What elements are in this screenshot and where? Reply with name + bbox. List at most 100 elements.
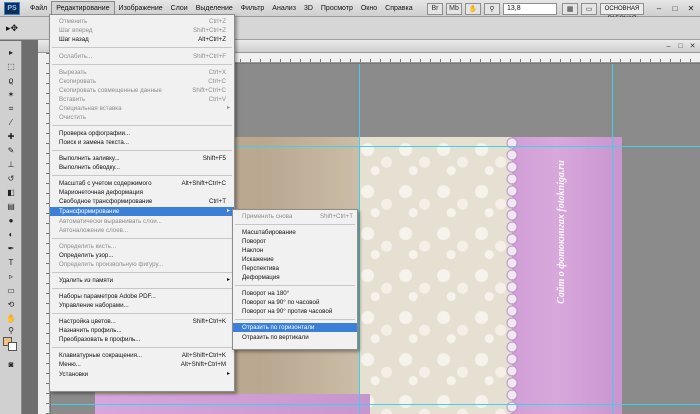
clone-stamp-icon[interactable]: ⊥: [4, 159, 18, 170]
submenu-item-rotate-180[interactable]: Поворот на 180°: [233, 289, 357, 298]
arrange-documents-icon[interactable]: ▦: [562, 2, 578, 15]
menu-item-content-aware-scale[interactable]: Масштаб с учетом содержимого Alt+Shift+Ct…: [50, 179, 234, 188]
menu-separator: [52, 47, 232, 48]
menu-item-paste-special[interactable]: Специальная вставка ▸: [50, 104, 234, 113]
maximize-icon[interactable]: □: [668, 3, 682, 15]
submenu-item-skew[interactable]: Наклон: [233, 246, 357, 255]
menu-item-keyboard-shortcuts[interactable]: Клавиатурные сокращения... Alt+Shift+Ctrl…: [50, 351, 234, 360]
crop-tool-icon[interactable]: ⌗: [4, 103, 18, 114]
submenu-item-scale[interactable]: Масштабирование: [233, 228, 357, 237]
minimize-icon[interactable]: –: [652, 3, 666, 15]
guide-line[interactable]: [51, 404, 700, 405]
menu-item-find-replace[interactable]: Поиск и замена текста...: [50, 138, 234, 147]
submenu-item-warp[interactable]: Деформация: [233, 273, 357, 282]
menu-item-purge[interactable]: Удалить из памяти ▸: [50, 276, 234, 285]
brush-tool-icon[interactable]: ✎: [4, 145, 18, 156]
quick-mask-icon[interactable]: ◙: [4, 359, 18, 370]
menu-item-fill[interactable]: Выполнить заливку... Shift+F5: [50, 154, 234, 163]
screen-mode-icon[interactable]: ▭: [581, 2, 597, 15]
menu-item-step-backward[interactable]: Шаг назад Alt+Ctrl+Z: [50, 35, 234, 44]
shape-tool-icon[interactable]: ▭: [4, 285, 18, 296]
menu-item-paste[interactable]: Вставить Ctrl+V: [50, 95, 234, 104]
doc-minimize-icon[interactable]: –: [663, 42, 674, 51]
eraser-icon[interactable]: ◧: [4, 187, 18, 198]
menu-item-auto-align-layers[interactable]: Автоматически выравнивать слои...: [50, 217, 234, 226]
menu-item-transform[interactable]: Трансформирование ▸: [50, 207, 234, 216]
zoom-tool-icon[interactable]: ⚲: [484, 2, 500, 15]
bridge-icon[interactable]: Br: [427, 2, 443, 15]
menu-item-define-custom-shape[interactable]: Определить произвольную фигуру...: [50, 260, 234, 269]
menu-item-stroke[interactable]: Выполнить обводку...: [50, 163, 234, 172]
type-tool-icon[interactable]: T: [4, 257, 18, 268]
menu-separator: [52, 288, 232, 289]
minibridge-icon[interactable]: Mb: [446, 2, 462, 15]
guide-line[interactable]: [612, 64, 613, 414]
menu-3d[interactable]: 3D: [300, 1, 317, 16]
menu-item-convert-profile[interactable]: Преобразовать в профиль...: [50, 335, 234, 344]
menu-item-undo[interactable]: Отменить Ctrl+Z: [50, 17, 234, 26]
menu-item-pdf-presets[interactable]: Наборы параметров Adobe PDF...: [50, 292, 234, 301]
menu-analysis[interactable]: Анализ: [268, 1, 300, 16]
background-color-swatch[interactable]: [8, 342, 17, 351]
menu-item-spell-check[interactable]: Проверка орфографии...: [50, 129, 234, 138]
menu-file[interactable]: Файл: [26, 1, 51, 16]
submenu-item-perspective[interactable]: Перспектива: [233, 264, 357, 273]
path-selection-icon[interactable]: ▹: [4, 271, 18, 282]
menu-item-preferences[interactable]: Установки ▸: [50, 370, 234, 379]
dodge-tool-icon[interactable]: ◐: [4, 229, 18, 240]
menu-separator: [52, 313, 232, 314]
menu-filter[interactable]: Фильтр: [237, 1, 269, 16]
guide-line[interactable]: [359, 64, 360, 414]
submenu-item-rotate-90-ccw[interactable]: Поворот на 90° против часовой: [233, 307, 357, 316]
menu-item-free-transform[interactable]: Свободное трансформирование Ctrl+T: [50, 197, 234, 206]
menu-window[interactable]: Окно: [357, 1, 381, 16]
submenu-item-flip-vertical[interactable]: Отразить по вертикали: [233, 333, 357, 342]
eyedropper-icon[interactable]: ⁄: [4, 117, 18, 128]
doc-maximize-icon[interactable]: □: [675, 42, 686, 51]
menu-help[interactable]: Справка: [381, 1, 416, 16]
menu-separator: [52, 238, 232, 239]
menu-item-menus[interactable]: Меню... Alt+Shift+Ctrl+M: [50, 360, 234, 369]
magic-wand-icon[interactable]: ✶: [4, 89, 18, 100]
image-floral-panel: [360, 137, 512, 414]
lasso-tool-icon[interactable]: ϱ: [4, 75, 18, 86]
menu-item-puppet-warp[interactable]: Марионеточная деформация: [50, 188, 234, 197]
menu-item-cut[interactable]: Вырезать Ctrl+X: [50, 68, 234, 77]
healing-brush-icon[interactable]: ✚: [4, 131, 18, 142]
submenu-item-rotate-90-cw[interactable]: Поворот на 90° по часовой: [233, 298, 357, 307]
menu-view[interactable]: Просмотр: [317, 1, 357, 16]
doc-close-icon[interactable]: ✕: [687, 42, 698, 51]
zoom-tool-icon[interactable]: ⚲: [4, 325, 18, 336]
workspace-switcher[interactable]: ОСНОВНАЯ РАБОЧАЯ СРЕДА: [600, 2, 644, 32]
zoom-level-field[interactable]: 13,8: [503, 2, 557, 15]
history-brush-icon[interactable]: ↺: [4, 173, 18, 184]
submenu-item-distort[interactable]: Искажение: [233, 255, 357, 264]
submenu-item-again[interactable]: Применить снова Shift+Ctrl+T: [233, 212, 357, 221]
pen-tool-icon[interactable]: ✒: [4, 243, 18, 254]
menu-item-color-settings[interactable]: Настройка цветов... Shift+Ctrl+K: [50, 317, 234, 326]
hand-tool-icon[interactable]: ✋: [4, 313, 18, 324]
menu-item-define-brush[interactable]: Определить кисть...: [50, 242, 234, 251]
menu-item-assign-profile[interactable]: Назначить профиль...: [50, 326, 234, 335]
menu-item-copy-merged[interactable]: Скопировать совмещенные данные Shift+Ctrl…: [50, 86, 234, 95]
gradient-tool-icon[interactable]: ▤: [4, 201, 18, 212]
move-tool-icon[interactable]: ▸: [4, 47, 18, 58]
menu-item-auto-blend-layers[interactable]: Автоналожение слоев...: [50, 226, 234, 235]
blur-tool-icon[interactable]: ●: [4, 215, 18, 226]
menu-item-preset-manager[interactable]: Управление наборами...: [50, 301, 234, 310]
close-icon[interactable]: ✕: [684, 3, 698, 15]
hand-icon[interactable]: ✋: [465, 2, 481, 15]
menu-item-step-forward[interactable]: Шаг вперед Shift+Ctrl+Z: [50, 26, 234, 35]
menu-separator: [52, 125, 232, 126]
menu-item-copy[interactable]: Скопировать Ctrl+C: [50, 77, 234, 86]
move-tool-icon[interactable]: ▸✥: [6, 22, 28, 35]
photoshop-logo: PS: [4, 1, 20, 15]
menu-item-define-pattern[interactable]: Определить узор...: [50, 251, 234, 260]
menu-item-clear[interactable]: Очистить: [50, 113, 234, 122]
menu-separator: [235, 319, 355, 320]
3d-rotate-icon[interactable]: ⟲: [4, 299, 18, 310]
submenu-item-flip-horizontal[interactable]: Отразить по горизонтали: [233, 323, 357, 332]
menu-item-fade[interactable]: Ослабить... Shift+Ctrl+F: [50, 52, 234, 61]
marquee-tool-icon[interactable]: ⬚: [4, 61, 18, 72]
submenu-item-rotate[interactable]: Поворот: [233, 237, 357, 246]
